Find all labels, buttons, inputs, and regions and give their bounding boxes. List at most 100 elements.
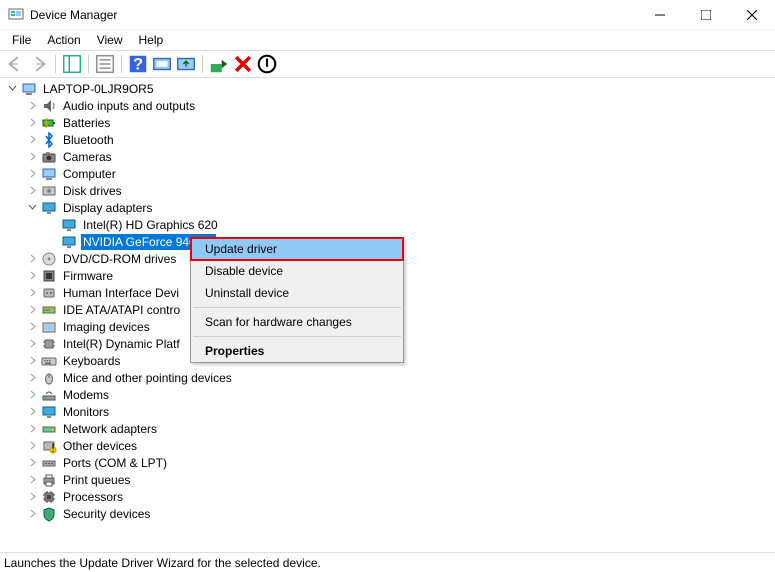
tree-category[interactable]: Monitors [4, 403, 775, 420]
chevron-right-icon[interactable] [26, 388, 39, 401]
context-properties[interactable]: Properties [191, 340, 403, 362]
tree-category[interactable]: Bluetooth [4, 131, 775, 148]
chevron-right-icon[interactable] [26, 405, 39, 418]
tree-category-label: Cameras [61, 149, 114, 165]
device-tree[interactable]: LAPTOP-0LJR9OR5 Audio inputs and outputs… [0, 78, 775, 552]
back-button[interactable] [4, 53, 26, 75]
close-button[interactable] [729, 0, 775, 30]
svg-text:?: ? [133, 56, 143, 74]
tree-category-label: Intel(R) Dynamic Platf [61, 336, 182, 352]
tree-category[interactable]: Ports (COM & LPT) [4, 454, 775, 471]
tree-category[interactable]: Display adapters [4, 199, 775, 216]
tree-category[interactable]: Batteries [4, 114, 775, 131]
audio-icon [41, 98, 57, 114]
processor-icon [41, 489, 57, 505]
keyboard-icon [41, 353, 57, 369]
minimize-button[interactable] [637, 0, 683, 30]
chevron-right-icon[interactable] [26, 167, 39, 180]
tree-category-label: Imaging devices [61, 319, 152, 335]
tree-category[interactable]: Print queues [4, 471, 775, 488]
chevron-right-icon[interactable] [26, 150, 39, 163]
maximize-button[interactable] [683, 0, 729, 30]
chevron-right-icon[interactable] [26, 269, 39, 282]
tree-category[interactable]: Computer [4, 165, 775, 182]
context-uninstall-device[interactable]: Uninstall device [191, 282, 403, 304]
chevron-right-icon[interactable] [26, 354, 39, 367]
toolbar-separator [202, 55, 203, 73]
tree-device[interactable]: Intel(R) HD Graphics 620 [4, 216, 775, 233]
tree-category-label: Human Interface Devi [61, 285, 181, 301]
chevron-right-icon[interactable] [26, 473, 39, 486]
chevron-right-icon[interactable] [26, 286, 39, 299]
tree-category-label: Batteries [61, 115, 112, 131]
tree-category-label: Processors [61, 489, 125, 505]
chevron-right-icon[interactable] [26, 371, 39, 384]
tree-category-label: Ports (COM & LPT) [61, 455, 169, 471]
uninstall-button[interactable] [232, 53, 254, 75]
display-icon [61, 234, 77, 250]
chevron-right-icon[interactable] [26, 184, 39, 197]
hid-icon [41, 285, 57, 301]
expander-empty [46, 235, 59, 248]
firmware-icon [41, 268, 57, 284]
modem-icon [41, 387, 57, 403]
bluetooth-icon [41, 132, 57, 148]
tree-category[interactable]: Mice and other pointing devices [4, 369, 775, 386]
display-icon [41, 200, 57, 216]
chevron-right-icon[interactable] [26, 439, 39, 452]
tree-category[interactable]: !Other devices [4, 437, 775, 454]
chevron-right-icon[interactable] [26, 252, 39, 265]
properties-button[interactable] [94, 53, 116, 75]
context-disable-device[interactable]: Disable device [191, 260, 403, 282]
chevron-right-icon[interactable] [26, 507, 39, 520]
tree-category-label: Bluetooth [61, 132, 116, 148]
other-icon: ! [41, 438, 57, 454]
tree-category[interactable]: Network adapters [4, 420, 775, 437]
tree-category[interactable]: Processors [4, 488, 775, 505]
context-scan-hardware[interactable]: Scan for hardware changes [191, 311, 403, 333]
chevron-right-icon[interactable] [26, 490, 39, 503]
chevron-right-icon[interactable] [26, 303, 39, 316]
tree-category-label: Network adapters [61, 421, 159, 437]
chevron-right-icon[interactable] [26, 456, 39, 469]
tree-category[interactable]: Modems [4, 386, 775, 403]
menu-action[interactable]: Action [39, 31, 88, 49]
menu-help[interactable]: Help [131, 31, 172, 49]
tree-category-label: Print queues [61, 472, 132, 488]
context-update-driver[interactable]: Update driver [191, 238, 403, 260]
chevron-right-icon[interactable] [26, 133, 39, 146]
update-button[interactable] [175, 53, 197, 75]
toolbar-separator [88, 55, 89, 73]
forward-button[interactable] [28, 53, 50, 75]
disable-button[interactable] [256, 53, 278, 75]
chevron-right-icon[interactable] [26, 116, 39, 129]
menubar: File Action View Help [0, 30, 775, 50]
toolbar-separator [55, 55, 56, 73]
context-separator [193, 336, 401, 337]
chevron-down-icon[interactable] [6, 82, 19, 95]
chevron-down-icon[interactable] [26, 201, 39, 214]
chevron-right-icon[interactable] [26, 337, 39, 350]
network-icon [41, 421, 57, 437]
scan-button[interactable] [151, 53, 173, 75]
tree-root[interactable]: LAPTOP-0LJR9OR5 [4, 80, 775, 97]
tree-category[interactable]: Disk drives [4, 182, 775, 199]
enable-button[interactable] [208, 53, 230, 75]
chevron-right-icon[interactable] [26, 422, 39, 435]
menu-view[interactable]: View [89, 31, 131, 49]
tree-category-label: Modems [61, 387, 111, 403]
chevron-right-icon[interactable] [26, 99, 39, 112]
tree-category-label: Disk drives [61, 183, 124, 199]
tree-category[interactable]: Security devices [4, 505, 775, 522]
tree-category[interactable]: Audio inputs and outputs [4, 97, 775, 114]
menu-file[interactable]: File [4, 31, 39, 49]
tree-category-label: Security devices [61, 506, 152, 522]
tree-category-label: Monitors [61, 404, 111, 420]
chevron-right-icon[interactable] [26, 320, 39, 333]
status-text: Launches the Update Driver Wizard for th… [4, 556, 321, 570]
help-button[interactable]: ? [127, 53, 149, 75]
tree-category-label: Display adapters [61, 200, 154, 216]
show-hide-tree-button[interactable] [61, 53, 83, 75]
tree-category[interactable]: Cameras [4, 148, 775, 165]
disk-icon [41, 183, 57, 199]
